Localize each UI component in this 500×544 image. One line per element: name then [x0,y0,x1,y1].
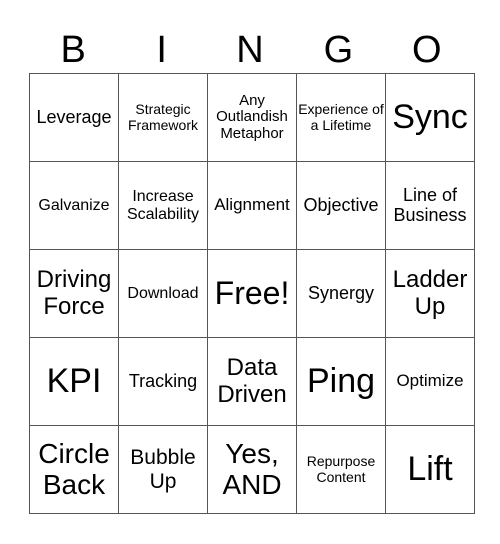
bingo-cell[interactable]: Data Driven [207,337,297,426]
bingo-row: Circle Back Bubble Up Yes, AND Repurpose… [29,425,475,514]
bingo-cell[interactable]: Line of Business [385,161,475,250]
bingo-cell[interactable]: Alignment [207,161,297,250]
bingo-cell[interactable]: Leverage [29,73,119,162]
bingo-cell[interactable]: Repurpose Content [296,425,386,514]
bingo-cell[interactable]: Strategic Framework [118,73,208,162]
header-letter-o: O [412,29,442,71]
header-letter-i: I [156,29,167,71]
bingo-cell[interactable]: Galvanize [29,161,119,250]
bingo-cell[interactable]: Tracking [118,337,208,426]
bingo-cell[interactable]: Download [118,249,208,338]
bingo-cell[interactable]: Synergy [296,249,386,338]
bingo-cell[interactable]: Driving Force [29,249,119,338]
bingo-cell[interactable]: Circle Back [29,425,119,514]
bingo-row: Leverage Strategic Framework Any Outland… [29,73,475,162]
bingo-card: Leverage Strategic Framework Any Outland… [29,73,475,514]
bingo-cell[interactable]: Optimize [385,337,475,426]
bingo-cell free-space[interactable]: Free! [207,249,297,338]
bingo-cell[interactable]: Experience of a Lifetime [296,73,386,162]
header-letter-n: N [236,29,264,71]
bingo-cell[interactable]: Increase Scalability [118,161,208,250]
bingo-row: KPI Tracking Data Driven Ping Optimize [29,337,475,426]
bingo-cell[interactable]: Bubble Up [118,425,208,514]
bingo-cell[interactable]: Any Outlandish Metaphor [207,73,297,162]
header-letter-b: B [60,29,86,71]
header-letter-g: G [323,29,354,71]
bingo-cell[interactable]: Objective [296,161,386,250]
bingo-cell[interactable]: KPI [29,337,119,426]
bingo-cell[interactable]: Lift [385,425,475,514]
bingo-header: B I N G O [29,28,471,73]
bingo-row: Driving Force Download Free! Synergy Lad… [29,249,475,338]
bingo-cell[interactable]: Sync [385,73,475,162]
bingo-row: Galvanize Increase Scalability Alignment… [29,161,475,250]
bingo-cell[interactable]: Yes, AND [207,425,297,514]
bingo-cell[interactable]: Ladder Up [385,249,475,338]
bingo-cell[interactable]: Ping [296,337,386,426]
